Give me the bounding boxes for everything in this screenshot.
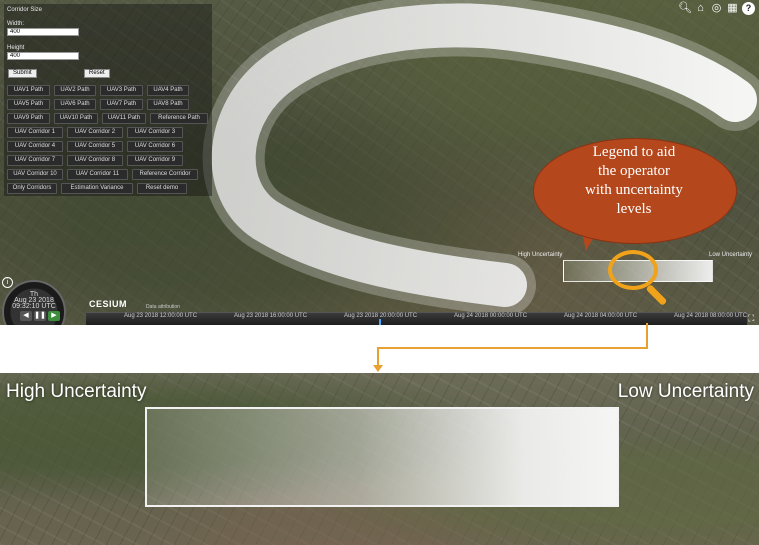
reset-demo-button[interactable]: Reset demo xyxy=(137,183,187,194)
zoom-high-label: High Uncertainty xyxy=(6,381,147,402)
uav-corridor-2-button[interactable]: UAV Corridor 2 xyxy=(67,127,123,138)
uav-corridor-8-button[interactable]: UAV Corridor 8 xyxy=(67,155,123,166)
reference-path-button[interactable]: Reference Path xyxy=(150,113,208,124)
callout-line: the operator xyxy=(597,163,671,179)
help-icon[interactable]: ? xyxy=(742,2,755,15)
reset-button[interactable]: Reset xyxy=(84,69,110,78)
uav6-path-button[interactable]: UAV6 Path xyxy=(54,99,96,110)
data-attribution[interactable]: Data attribution xyxy=(146,304,180,310)
viewer-toolbar: 🔍︎ ⌂ ◎ ▦ ? xyxy=(678,2,755,15)
zoom-uncertainty-gradient xyxy=(145,407,619,507)
rewind-button[interactable]: ◀ xyxy=(20,311,32,321)
uav-corridor-1-button[interactable]: UAV Corridor 1 xyxy=(7,127,63,138)
cesium-viewer[interactable]: Corridor Size Width: Height Submit Reset… xyxy=(0,0,759,325)
clock-time: 09:32:10 UTC xyxy=(12,303,56,310)
legend-low-label: Low Uncertainty xyxy=(709,252,753,258)
uav-corridor-10-button[interactable]: UAV Corridor 10 xyxy=(7,169,63,180)
fullscreen-icon[interactable]: ⛶ xyxy=(748,313,758,323)
uav2-path-button[interactable]: UAV2 Path xyxy=(54,85,96,96)
uav9-path-button[interactable]: UAV9 Path xyxy=(7,113,50,124)
callout-line: levels xyxy=(616,201,652,217)
globe-icon[interactable]: ◎ xyxy=(710,2,723,15)
zoomed-legend-view: High Uncertainty Low Uncertainty xyxy=(0,373,759,545)
pause-button[interactable]: ❚❚ xyxy=(34,311,46,321)
uav11-path-button[interactable]: UAV11 Path xyxy=(102,113,146,124)
timeline-tick: Aug 23 2018 12:00:00 UTC xyxy=(124,313,198,319)
legend-high-label: High Uncertainty xyxy=(518,252,563,258)
uav-corridor-5-button[interactable]: UAV Corridor 5 xyxy=(67,141,123,152)
uav-corridor-7-button[interactable]: UAV Corridor 7 xyxy=(7,155,63,166)
uav3-path-button[interactable]: UAV3 Path xyxy=(100,85,143,96)
grid-icon[interactable]: ▦ xyxy=(726,2,739,15)
timeline-tick: Aug 23 2018 16:00:00 UTC xyxy=(234,313,308,319)
uav10-path-button[interactable]: UAV10 Path xyxy=(54,113,98,124)
uav-corridor-11-button[interactable]: UAV Corridor 11 xyxy=(67,169,128,180)
only-corridors-button[interactable]: Only Corridors xyxy=(7,183,57,194)
reference-corridor-button[interactable]: Reference Corridor xyxy=(132,169,198,180)
uav4-path-button[interactable]: UAV4 Path xyxy=(147,85,189,96)
uav-corridor-6-button[interactable]: UAV Corridor 6 xyxy=(127,141,183,152)
panel-title: Corridor Size xyxy=(7,7,43,13)
uav1-path-button[interactable]: UAV1 Path xyxy=(7,85,50,96)
zoom-low-label: Low Uncertainty xyxy=(617,381,754,402)
connector-line xyxy=(377,347,379,367)
play-button[interactable]: ▶ xyxy=(48,311,60,321)
submit-button[interactable]: Submit xyxy=(8,69,37,78)
connector-line xyxy=(377,347,648,349)
corridor-control-panel: Corridor Size Width: Height Submit Reset… xyxy=(4,4,212,196)
callout-line: with uncertainty xyxy=(585,182,683,198)
height-input[interactable] xyxy=(7,52,79,60)
timeline-marker[interactable] xyxy=(379,319,381,325)
width-input[interactable] xyxy=(7,28,79,36)
uav5-path-button[interactable]: UAV5 Path xyxy=(7,99,50,110)
cesium-logo[interactable]: CESIUM xyxy=(89,299,127,309)
callout-line: Legend to aid xyxy=(592,144,676,160)
connector-line xyxy=(646,323,648,349)
timeline-tick: Aug 24 2018 08:00:00 UTC xyxy=(674,313,748,319)
callout-text: Legend to aid the operator with uncertai… xyxy=(548,143,720,219)
animation-clock: Th Aug 23 2018 09:32:10 UTC ◀ ❚❚ ▶ xyxy=(2,280,66,325)
uav-corridor-3-button[interactable]: UAV Corridor 3 xyxy=(127,127,183,138)
timeline-tick: Aug 24 2018 04:00:00 UTC xyxy=(564,313,638,319)
uav8-path-button[interactable]: UAV8 Path xyxy=(147,99,189,110)
timeline-tick: Aug 24 2018 00:00:00 UTC xyxy=(454,313,528,319)
estimation-variance-button[interactable]: Estimation Variance xyxy=(61,183,133,194)
uav7-path-button[interactable]: UAV7 Path xyxy=(100,99,143,110)
uav-corridor-9-button[interactable]: UAV Corridor 9 xyxy=(127,155,183,166)
connector-arrowhead xyxy=(373,365,383,372)
width-label: Width: xyxy=(7,21,25,27)
home-icon[interactable]: ⌂ xyxy=(694,2,707,15)
search-icon[interactable]: 🔍︎ xyxy=(678,2,692,15)
height-label: Height xyxy=(7,45,25,51)
uav-corridor-4-button[interactable]: UAV Corridor 4 xyxy=(7,141,63,152)
